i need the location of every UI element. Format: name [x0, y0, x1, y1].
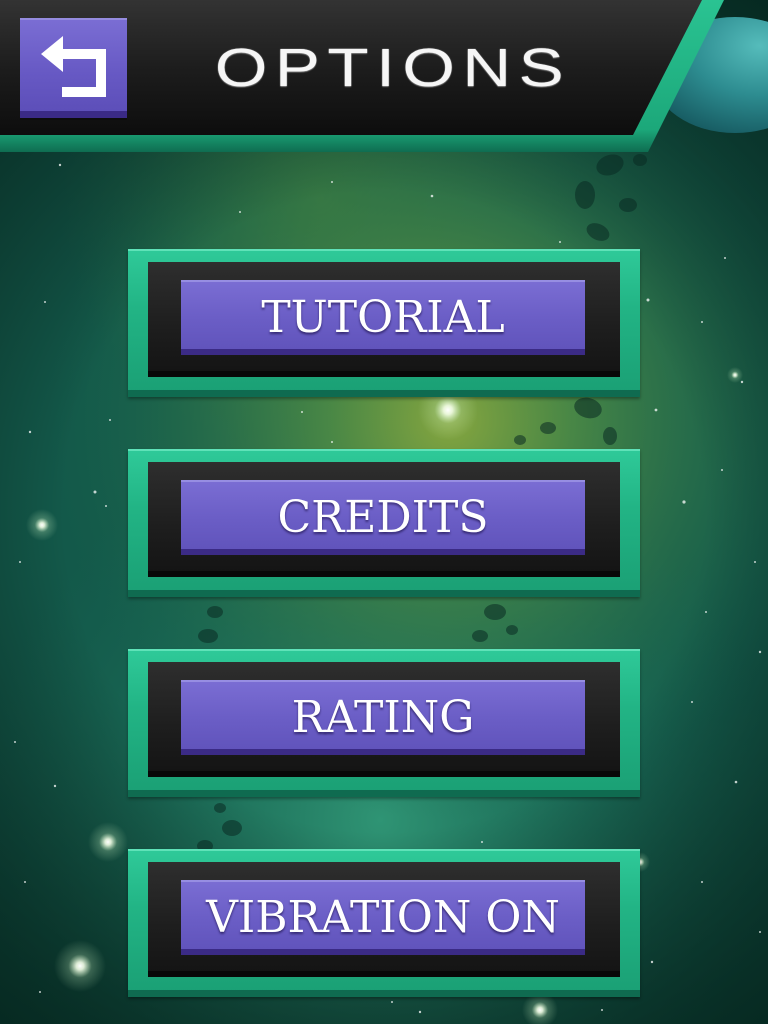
credits-label: CREDITS: [277, 491, 489, 543]
asteroid: [514, 435, 526, 445]
star: [701, 881, 703, 883]
asteroid: [207, 606, 223, 618]
credits-button[interactable]: CREDITS: [181, 480, 585, 555]
rating-button[interactable]: RATING: [181, 680, 585, 755]
star: [28, 430, 32, 434]
asteroid: [222, 820, 242, 836]
rating-label: RATING: [291, 691, 475, 743]
asteroid: [633, 154, 647, 166]
glowing-star: [727, 367, 743, 383]
star: [239, 211, 241, 213]
button-panel: TUTORIAL: [148, 262, 620, 377]
asteroid: [472, 630, 488, 642]
menu-item-tutorial: TUTORIAL: [128, 249, 640, 397]
options-screen: OPTIONS TUTORIAL CREDITS RATING VIBRATIO…: [0, 0, 768, 1024]
star: [734, 780, 738, 784]
button-panel: CREDITS: [148, 462, 620, 577]
star: [754, 561, 756, 563]
vibration-toggle-button[interactable]: VIBRATION ON: [181, 880, 585, 955]
star: [601, 1009, 603, 1011]
star: [740, 380, 744, 384]
asteroid: [484, 604, 506, 620]
button-frame: CREDITS: [128, 449, 640, 597]
menu-item-vibration: VIBRATION ON: [128, 849, 640, 997]
asteroid: [603, 427, 617, 445]
star: [430, 194, 434, 198]
star: [650, 960, 654, 964]
button-frame: RATING: [128, 649, 640, 797]
star: [691, 701, 693, 703]
back-button[interactable]: [20, 18, 127, 118]
page-title: OPTIONS: [214, 38, 572, 98]
button-panel: VIBRATION ON: [148, 862, 620, 977]
star: [331, 181, 333, 183]
back-arrow-icon: [41, 36, 106, 97]
asteroid: [198, 629, 218, 643]
star: [654, 408, 658, 412]
button-frame: VIBRATION ON: [128, 849, 640, 997]
asteroid: [214, 803, 226, 813]
star: [682, 500, 686, 504]
menu-item-rating: RATING: [128, 649, 640, 797]
glowing-star: [26, 509, 58, 541]
asteroid: [506, 625, 518, 635]
star: [481, 841, 483, 843]
star: [559, 241, 561, 243]
star: [19, 561, 21, 563]
glowing-star: [54, 940, 106, 992]
vibration-label: VIBRATION ON: [206, 891, 560, 943]
star: [646, 298, 650, 302]
star: [705, 611, 707, 613]
star: [301, 411, 303, 413]
star: [39, 991, 41, 993]
tutorial-button[interactable]: TUTORIAL: [181, 280, 585, 355]
star: [721, 469, 723, 471]
glowing-star: [88, 822, 128, 862]
star: [109, 419, 111, 421]
star: [331, 441, 333, 443]
star: [391, 1001, 393, 1003]
star: [418, 1010, 422, 1014]
tutorial-label: TUTORIAL: [261, 291, 505, 343]
button-frame: TUTORIAL: [128, 249, 640, 397]
star: [758, 650, 762, 654]
star: [24, 881, 26, 883]
star: [724, 257, 726, 259]
star: [58, 163, 62, 167]
asteroid: [619, 198, 637, 212]
star: [44, 301, 46, 303]
star: [93, 490, 97, 494]
asteroid: [575, 181, 595, 209]
star: [105, 505, 107, 507]
asteroid: [540, 422, 556, 434]
star: [701, 321, 703, 323]
star: [14, 741, 16, 743]
button-panel: RATING: [148, 662, 620, 777]
menu-item-credits: CREDITS: [128, 449, 640, 597]
star: [53, 784, 57, 788]
header-bar: OPTIONS: [0, 0, 768, 155]
star: [759, 931, 761, 933]
